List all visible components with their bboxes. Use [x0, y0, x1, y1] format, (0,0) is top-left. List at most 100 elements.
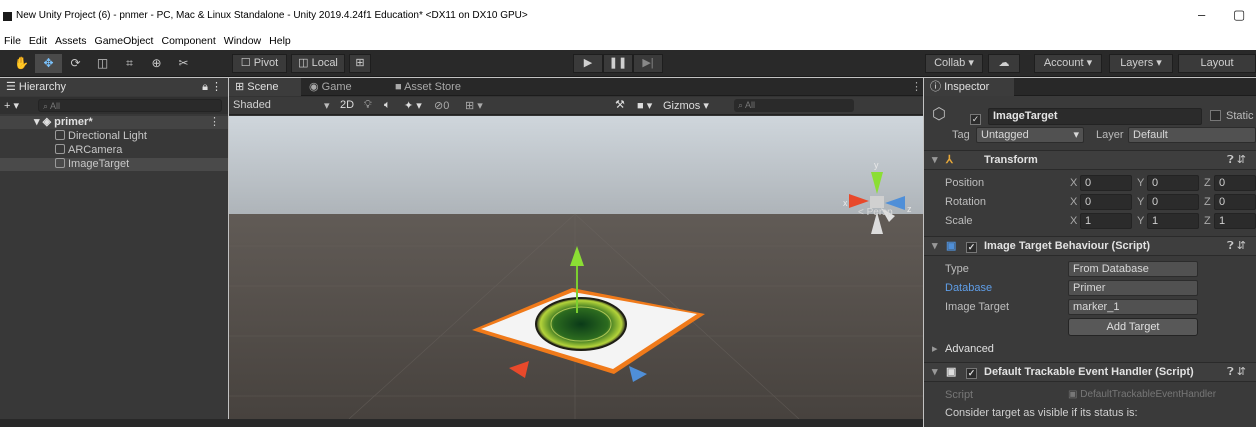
lock-icon[interactable]: 🔒︎ ⋮ — [202, 78, 222, 96]
script-label: Script — [945, 389, 974, 401]
position-y-field[interactable]: 0 — [1147, 175, 1199, 191]
cube-icon: ⬡ — [932, 106, 946, 123]
move-tool-icon[interactable]: ✥ — [35, 54, 62, 73]
hand-tool-icon[interactable]: ✋ — [8, 54, 35, 73]
scene-menu-icon[interactable]: ⋮ — [209, 116, 220, 129]
add-target-button[interactable]: Add Target — [1068, 318, 1198, 336]
shading-mode-dropdown[interactable]: Shaded — [233, 99, 271, 111]
script-reference[interactable]: ▣ DefaultTrackableEventHandler — [1068, 386, 1216, 404]
account-label: Account — [1043, 57, 1084, 69]
minimize-button[interactable]: – — [1198, 7, 1205, 22]
foldout-arrow-icon[interactable]: ▾ — [932, 237, 938, 256]
shading-arrow-icon[interactable]: ▾ — [324, 99, 330, 112]
hierarchy-item-arcamera[interactable]: ARCamera — [0, 144, 228, 157]
grid-snap-button[interactable]: ⊞ — [349, 54, 371, 73]
layer-dropdown[interactable]: Default — [1128, 127, 1256, 143]
menu-component[interactable]: Component — [157, 32, 219, 47]
visibility-hint: Consider target as visible if its status… — [945, 407, 1138, 419]
transform-tools: ✋ ✥ ⟳ ◫ ⌗ ⊕ ✂ — [8, 54, 224, 73]
menu-help[interactable]: Help — [265, 32, 295, 47]
menu-window[interactable]: Window — [220, 32, 265, 47]
position-x-field[interactable]: 0 — [1080, 175, 1132, 191]
axis-y-label: Y — [1137, 215, 1145, 227]
grid-toggle-icon[interactable]: ⊞ ▾ — [465, 99, 483, 112]
advanced-foldout[interactable]: ▸ Advanced — [924, 340, 1256, 358]
image-target-behaviour-header[interactable]: ▾ ▣ ✓ Image Target Behaviour (Script) ❓︎… — [924, 236, 1256, 256]
create-dropdown[interactable]: + ▾ — [4, 99, 19, 112]
account-dropdown[interactable]: Account ▾ — [1034, 54, 1102, 73]
tools-icon[interactable]: ⚒ — [615, 98, 625, 111]
static-checkbox[interactable] — [1210, 108, 1221, 126]
foldout-arrow-icon[interactable]: ▾ — [932, 151, 938, 170]
tab-scene[interactable]: ⊞ Scene — [229, 78, 301, 96]
rotation-y-field[interactable]: 0 — [1147, 194, 1199, 210]
step-button[interactable]: ▶| — [633, 54, 663, 73]
component-menu-icon[interactable]: ❓︎ ⇵ — [1227, 151, 1246, 170]
hierarchy-search-input[interactable]: ⌕ All — [38, 99, 222, 112]
hierarchy-item-imagetarget[interactable]: ImageTarget — [0, 158, 228, 171]
object-name-field[interactable]: ImageTarget — [988, 108, 1202, 125]
script-reference-value: DefaultTrackableEventHandler — [1080, 389, 1217, 400]
pivot-toggle[interactable]: ☐ Pivot — [232, 54, 287, 73]
collab-dropdown[interactable]: Collab ▾ — [925, 54, 983, 73]
menu-file[interactable]: File — [0, 32, 25, 47]
rotation-z-field[interactable]: 0 — [1214, 194, 1256, 210]
rotate-tool-icon[interactable]: ⟳ — [62, 54, 89, 73]
menu-edit[interactable]: Edit — [25, 32, 51, 47]
image-target-row: Image Target marker_1 — [924, 298, 1256, 316]
layers-dropdown[interactable]: Layers ▾ — [1109, 54, 1173, 73]
camera-dropdown-icon[interactable]: ■ ▾ — [637, 99, 652, 112]
gizmos-dropdown[interactable]: Gizmos ▾ — [663, 99, 709, 112]
game-tab-label: Game — [321, 81, 352, 93]
scale-z-field[interactable]: 1 — [1214, 213, 1256, 229]
audio-toggle-icon[interactable]: 🔈︎ — [384, 99, 391, 112]
type-dropdown[interactable]: From Database — [1068, 261, 1198, 277]
position-z-field[interactable]: 0 — [1214, 175, 1256, 191]
hierarchy-scene-row[interactable]: ▾ ◈ primer* ⋮ — [0, 116, 228, 129]
rect-tool-icon[interactable]: ⌗ — [116, 54, 143, 73]
gizmos-label: Gizmos — [663, 100, 701, 112]
pause-button[interactable]: ❚❚ — [603, 54, 633, 73]
hidden-objects-icon[interactable]: ⊘0 — [434, 99, 449, 112]
database-dropdown[interactable]: Primer — [1068, 280, 1198, 296]
component-menu-icon[interactable]: ❓︎ ⇵ — [1227, 237, 1246, 256]
2d-toggle[interactable]: 2D — [340, 99, 354, 111]
menu-gameobject[interactable]: GameObject — [91, 32, 158, 47]
scene-viewport[interactable]: x z y — [229, 116, 923, 420]
tab-asset-store[interactable]: ■ Asset Store — [389, 78, 479, 96]
active-checkbox[interactable]: ✓ — [970, 109, 981, 127]
tab-game[interactable]: ◉ Game — [303, 78, 367, 96]
transform-header[interactable]: ▾ ⅄ Transform ❓︎ ⇵ — [924, 150, 1256, 170]
component-menu-icon[interactable]: ❓︎ ⇵ — [1227, 363, 1246, 382]
image-target-dropdown[interactable]: marker_1 — [1068, 299, 1198, 315]
layout-dropdown[interactable]: Layout — [1178, 54, 1256, 73]
scale-tool-icon[interactable]: ◫ — [89, 54, 116, 73]
scale-x-field[interactable]: 1 — [1080, 213, 1132, 229]
scene-menu-icon[interactable]: ⋮ — [905, 78, 922, 96]
local-toggle[interactable]: ◫ Local — [291, 54, 345, 73]
custom-tool-icon[interactable]: ✂ — [170, 54, 197, 73]
foldout-arrow-icon[interactable]: ▾ — [932, 363, 938, 382]
trackable-handler-header[interactable]: ▾ ▣ ✓ Default Trackable Event Handler (S… — [924, 362, 1256, 382]
inspector-tabstrip: ⓘ Inspector — [924, 78, 1256, 96]
lighting-toggle-icon[interactable]: 💡︎ — [364, 99, 372, 112]
rotation-x-field[interactable]: 0 — [1080, 194, 1132, 210]
menu-assets[interactable]: Assets — [51, 32, 91, 47]
projection-label[interactable]: < Persp — [858, 207, 893, 218]
play-button[interactable]: ▶ — [573, 54, 603, 73]
transform-tool-icon[interactable]: ⊕ — [143, 54, 170, 73]
component-enabled-checkbox[interactable]: ✓ — [966, 237, 977, 256]
tag-layer-row: Tag Untagged ▾ Layer Default — [924, 126, 1256, 144]
tab-inspector[interactable]: ⓘ Inspector — [924, 78, 1014, 96]
tag-dropdown[interactable]: Untagged ▾ — [976, 127, 1084, 143]
cloud-icon[interactable]: ☁ — [988, 54, 1020, 73]
axis-z-label: Z — [1204, 215, 1211, 227]
tab-hierarchy[interactable]: ☰ Hierarchy 🔒︎ ⋮ — [0, 78, 228, 96]
hierarchy-item-directional-light[interactable]: Directional Light — [0, 130, 228, 143]
component-enabled-checkbox[interactable]: ✓ — [966, 363, 977, 382]
foldout-arrow-icon[interactable]: ▸ — [932, 340, 938, 358]
effects-dropdown-icon[interactable]: ✦ ▾ — [404, 99, 422, 112]
scale-y-field[interactable]: 1 — [1147, 213, 1199, 229]
maximize-button[interactable]: ▢ — [1233, 7, 1245, 23]
scene-search-input[interactable]: ⌕ All — [734, 99, 854, 112]
